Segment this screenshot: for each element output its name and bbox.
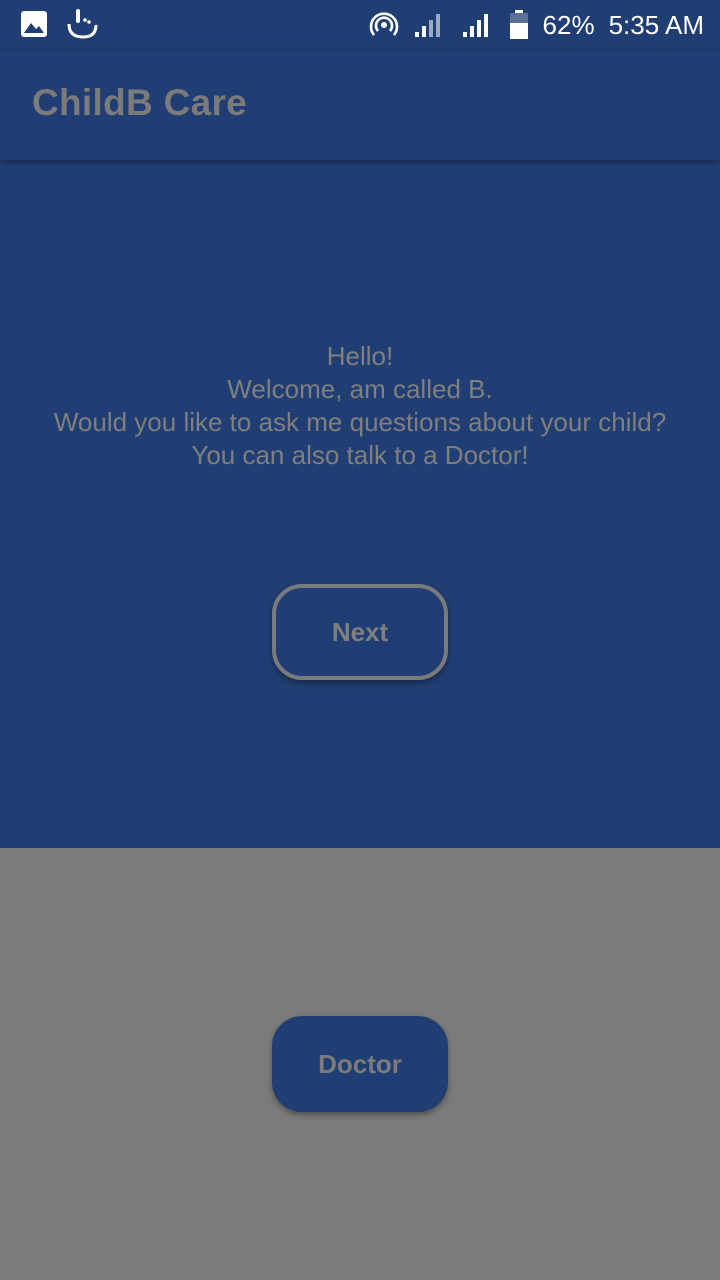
image-icon xyxy=(20,10,48,38)
next-button[interactable]: Next xyxy=(272,584,448,680)
battery-percent: 62% xyxy=(542,10,595,40)
app-bar: ChildB Care xyxy=(0,50,720,160)
signal-icon xyxy=(461,12,495,38)
welcome-line-intro: Welcome, am called B. xyxy=(227,374,493,404)
doctor-panel: Doctor xyxy=(0,848,720,1280)
welcome-panel: Hello! Welcome, am called B. Would you l… xyxy=(0,160,720,848)
app-title: ChildB Care xyxy=(32,82,248,123)
status-bar: 62% 5:35 AM xyxy=(0,0,720,50)
welcome-line-doctor: You can also talk to a Doctor! xyxy=(191,440,529,470)
doctor-button[interactable]: Doctor xyxy=(272,1016,448,1112)
battery-icon xyxy=(509,10,529,40)
signal-icon xyxy=(413,12,447,38)
touchpal-icon xyxy=(66,8,100,40)
welcome-line-hello: Hello! xyxy=(326,341,394,371)
hotspot-icon xyxy=(369,10,399,40)
screen: 62% 5:35 AM ChildB Care Hello! Welcome, … xyxy=(0,0,720,1280)
clock: 5:35 AM xyxy=(608,10,704,40)
welcome-message: Hello! Welcome, am called B. Would you l… xyxy=(0,340,720,472)
status-right: 62% 5:35 AM xyxy=(369,8,704,42)
status-left-icons xyxy=(20,8,100,40)
welcome-line-question: Would you like to ask me questions about… xyxy=(53,407,667,437)
